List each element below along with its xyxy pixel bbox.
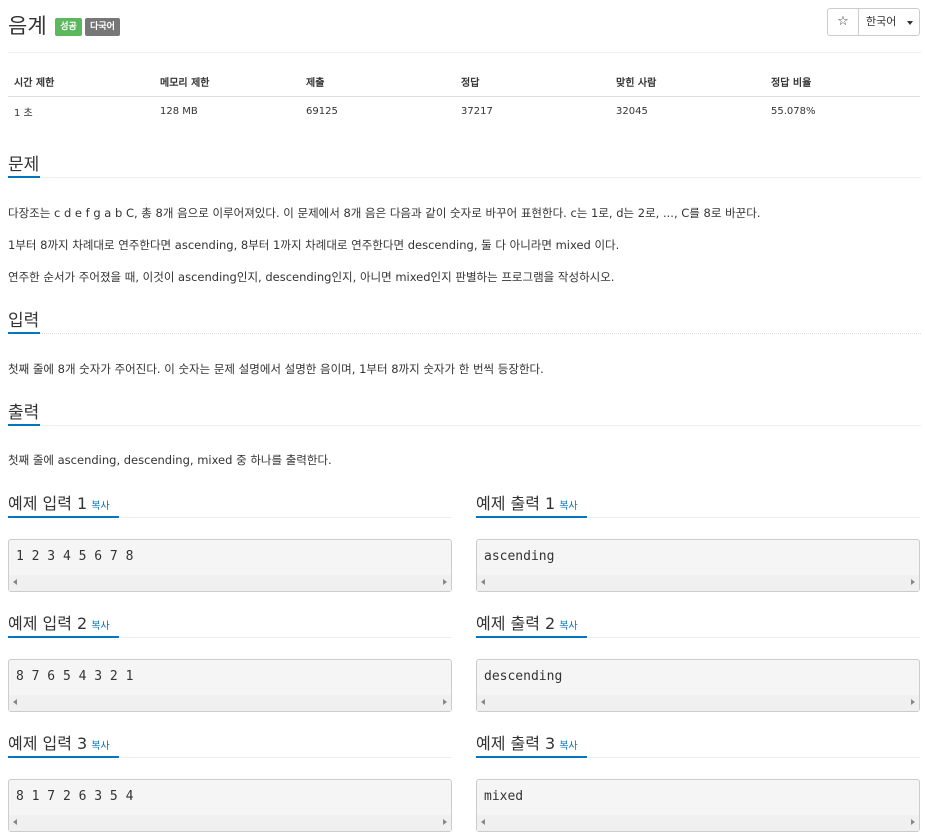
example-output-box-2[interactable]: descending xyxy=(476,659,920,712)
example-output-box-3[interactable]: mixed xyxy=(476,779,920,832)
header-memory-limit: 메모리 제한 xyxy=(154,68,300,97)
description-paragraph-2: 1부터 8까지 차례대로 연주한다면 ascending, 8부터 1까지 차례… xyxy=(8,238,620,252)
value-memory-limit: 128 MB xyxy=(160,105,198,117)
divider xyxy=(8,52,921,53)
example-input-heading-2: 예제 입력 2 복사 xyxy=(8,610,452,638)
section-heading-output: 출력 xyxy=(8,398,921,426)
copy-link[interactable]: 복사 xyxy=(559,741,577,752)
copy-link[interactable]: 복사 xyxy=(91,621,109,632)
horizontal-scrollbar[interactable] xyxy=(477,695,919,711)
example-input-box-1[interactable]: 1 2 3 4 5 6 7 8 xyxy=(8,539,452,592)
heading-underline xyxy=(476,756,587,758)
example-input-text-2: 8 7 6 5 4 3 2 1 xyxy=(16,669,134,684)
section-title-description: 문제 xyxy=(8,155,40,175)
info-table: 시간 제한 메모리 제한 제출 정답 맞힌 사람 정답 비율 1 초 128 M… xyxy=(8,68,920,126)
header-accept-ratio: 정답 비율 xyxy=(765,68,920,97)
language-dropdown[interactable]: 한국어 xyxy=(858,8,920,36)
example-output-title-2: 예제 출력 2 xyxy=(476,614,556,633)
language-label: 한국어 xyxy=(866,15,897,28)
value-submissions: 69125 xyxy=(306,105,338,117)
example-input-title-2: 예제 입력 2 xyxy=(8,614,88,633)
example-input-box-2[interactable]: 8 7 6 5 4 3 2 1 xyxy=(8,659,452,712)
scroll-right-icon[interactable] xyxy=(911,579,915,585)
horizontal-scrollbar[interactable] xyxy=(9,575,451,591)
value-accept-ratio: 55.078% xyxy=(771,105,816,117)
example-input-box-3[interactable]: 8 1 7 2 6 3 5 4 xyxy=(8,779,452,832)
header-solved-users: 맞힌 사람 xyxy=(610,68,765,97)
example-input-heading-3: 예제 입력 3 복사 xyxy=(8,730,452,758)
input-description: 첫째 줄에 8개 숫자가 주어진다. 이 숫자는 문제 설명에서 설명한 음이며… xyxy=(8,362,544,376)
heading-underline xyxy=(8,756,119,758)
heading-underline xyxy=(476,516,587,518)
horizontal-scrollbar[interactable] xyxy=(9,695,451,711)
copy-link[interactable]: 복사 xyxy=(559,501,577,512)
problem-header: 음계 성공 다국어 ☆ 한국어 xyxy=(8,8,921,44)
copy-link[interactable]: 복사 xyxy=(91,741,109,752)
section-heading-description: 문제 xyxy=(8,150,921,178)
scroll-left-icon[interactable] xyxy=(481,699,485,705)
horizontal-scrollbar[interactable] xyxy=(9,815,451,831)
example-output-heading-1: 예제 출력 1 복사 xyxy=(476,490,920,518)
scroll-left-icon[interactable] xyxy=(481,579,485,585)
scroll-left-icon[interactable] xyxy=(13,579,17,585)
example-output-title-3: 예제 출력 3 xyxy=(476,734,556,753)
heading-underline xyxy=(476,636,587,638)
section-title-input: 입력 xyxy=(8,311,40,331)
copy-link[interactable]: 복사 xyxy=(91,501,109,512)
scroll-right-icon[interactable] xyxy=(443,699,447,705)
copy-link[interactable]: 복사 xyxy=(559,621,577,632)
header-accepted: 정답 xyxy=(455,68,610,97)
header-submissions: 제출 xyxy=(300,68,455,97)
scroll-right-icon[interactable] xyxy=(911,699,915,705)
example-output-heading-3: 예제 출력 3 복사 xyxy=(476,730,920,758)
example-output-text-2: descending xyxy=(484,669,563,684)
example-output-heading-2: 예제 출력 2 복사 xyxy=(476,610,920,638)
heading-underline xyxy=(8,332,40,334)
star-icon: ☆ xyxy=(837,14,849,29)
heading-underline xyxy=(8,424,40,426)
example-output-title-1: 예제 출력 1 xyxy=(476,494,556,513)
heading-underline xyxy=(8,176,40,178)
scroll-right-icon[interactable] xyxy=(443,819,447,825)
example-input-text-1: 1 2 3 4 5 6 7 8 xyxy=(16,549,134,564)
value-accepted: 37217 xyxy=(461,105,493,117)
info-table-header-row: 시간 제한 메모리 제한 제출 정답 맞힌 사람 정답 비율 xyxy=(8,68,920,97)
scroll-left-icon[interactable] xyxy=(481,819,485,825)
problem-title: 음계 xyxy=(8,14,47,38)
caret-down-icon xyxy=(907,21,913,25)
output-description: 첫째 줄에 ascending, descending, mixed 중 하나를… xyxy=(8,453,332,467)
scroll-right-icon[interactable] xyxy=(911,819,915,825)
description-paragraph-1: 다장조는 c d e f g a b C, 총 8개 음으로 이루어져있다. 이… xyxy=(8,206,761,220)
example-output-text-3: mixed xyxy=(484,789,524,804)
info-table-row: 1 초 128 MB 69125 37217 32045 55.078% xyxy=(8,96,920,126)
horizontal-scrollbar[interactable] xyxy=(477,575,919,591)
header-time-limit: 시간 제한 xyxy=(8,68,154,97)
description-paragraph-3: 연주한 순서가 주어졌을 때, 이것이 ascending인지, descend… xyxy=(8,270,615,284)
example-output-box-1[interactable]: ascending xyxy=(476,539,920,592)
scroll-left-icon[interactable] xyxy=(13,819,17,825)
section-title-output: 출력 xyxy=(8,403,40,423)
value-solved-users: 32045 xyxy=(616,105,648,117)
example-input-title-3: 예제 입력 3 xyxy=(8,734,88,753)
section-heading-input: 입력 xyxy=(8,306,921,334)
heading-underline xyxy=(8,516,119,518)
horizontal-scrollbar[interactable] xyxy=(477,815,919,831)
star-button[interactable]: ☆ xyxy=(827,8,859,36)
value-time-limit: 1 초 xyxy=(14,107,33,119)
scroll-left-icon[interactable] xyxy=(13,699,17,705)
example-input-title-1: 예제 입력 1 xyxy=(8,494,88,513)
example-input-text-3: 8 1 7 2 6 3 5 4 xyxy=(16,789,134,804)
multilang-badge: 다국어 xyxy=(85,18,120,36)
heading-underline xyxy=(8,636,119,638)
example-output-text-1: ascending xyxy=(484,549,555,564)
scroll-right-icon[interactable] xyxy=(443,579,447,585)
success-badge: 성공 xyxy=(55,18,82,36)
example-input-heading-1: 예제 입력 1 복사 xyxy=(8,490,452,518)
